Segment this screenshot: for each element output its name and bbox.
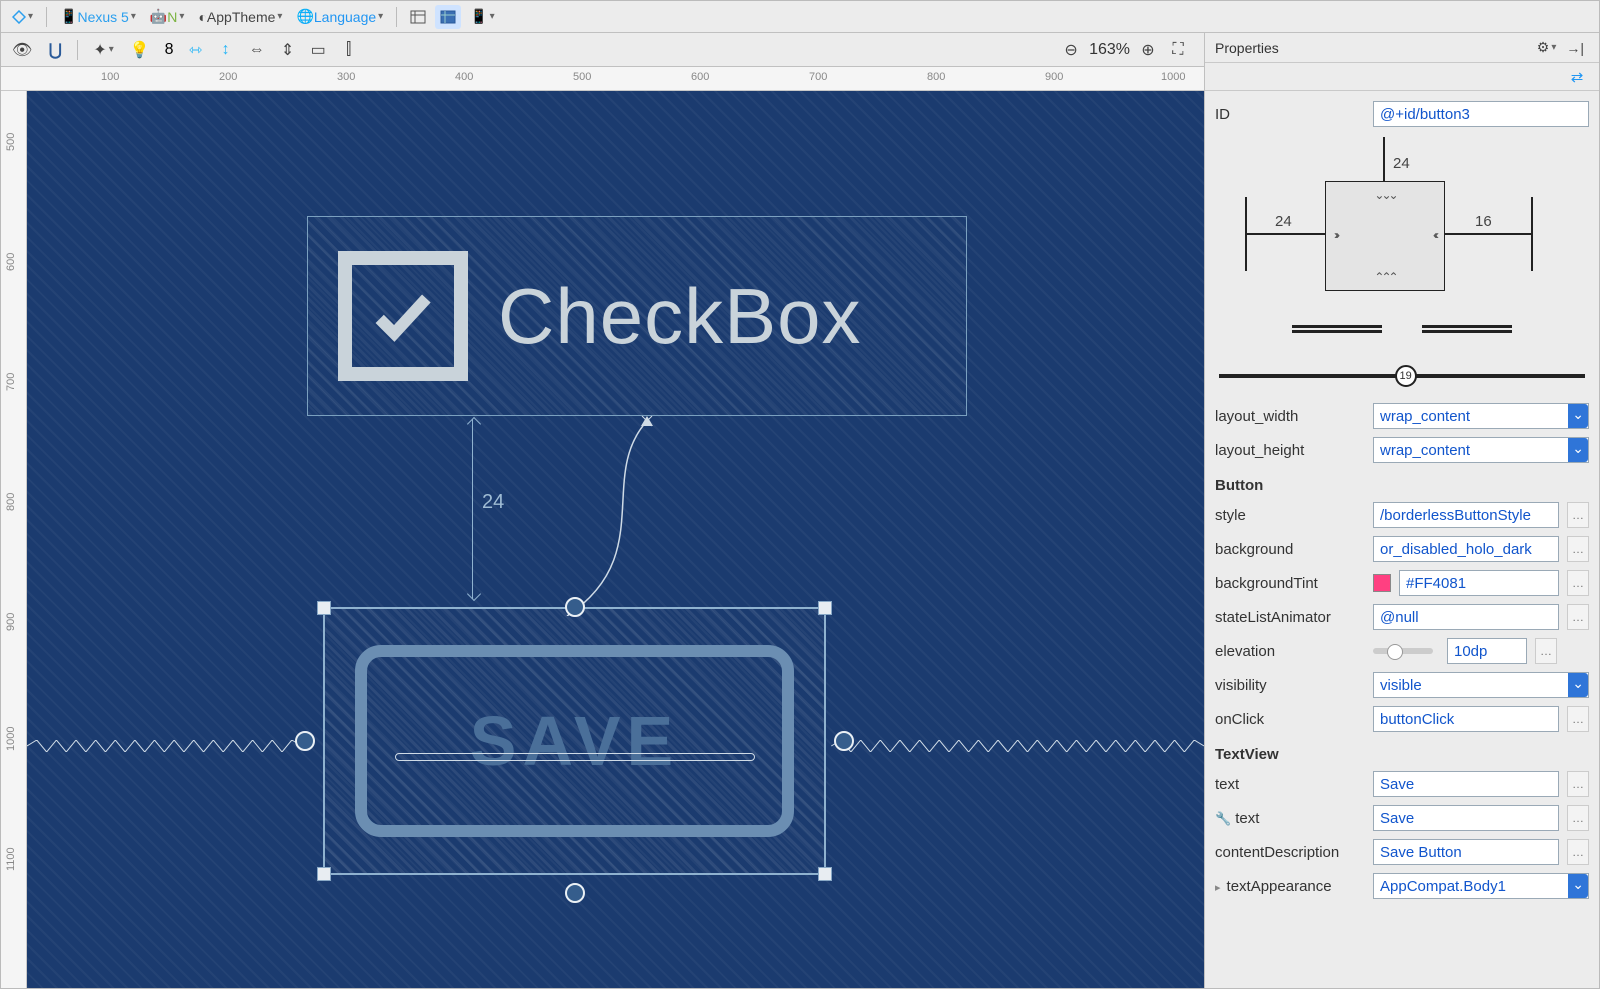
checkbox-label: CheckBox <box>498 271 862 362</box>
more-button[interactable]: … <box>1567 706 1589 732</box>
layout-width-field[interactable]: wrap_content <box>1373 403 1589 429</box>
dimension-line <box>472 419 473 599</box>
zoom-out-button[interactable]: ⊖ <box>1059 38 1083 62</box>
resize-handle-tr[interactable] <box>818 601 832 615</box>
layout-height-field[interactable]: wrap_content <box>1373 437 1589 463</box>
layout-width-label: layout_width <box>1215 408 1365 425</box>
collapse-icon[interactable]: →| <box>1561 36 1589 60</box>
more-button[interactable]: … <box>1567 805 1589 831</box>
margin-value: 8 <box>165 41 174 59</box>
blueprint-toggle[interactable] <box>435 5 461 29</box>
expand-vert-icon[interactable]: ⇕ <box>276 38 300 62</box>
theme-label: AppTheme <box>207 9 275 25</box>
elevation-slider[interactable] <box>1373 648 1433 654</box>
text-field[interactable]: Save <box>1373 771 1559 797</box>
expand-horiz-icon[interactable]: ⇔ <box>244 38 270 62</box>
device-frame-button[interactable]: 📱 <box>465 5 499 29</box>
statelistanimator-field[interactable]: @null <box>1373 604 1559 630</box>
swap-icon[interactable]: ⇄ <box>1565 65 1589 89</box>
textappearance-label: textAppearance <box>1215 878 1365 895</box>
align-vertical-icon[interactable]: ↕ <box>214 38 238 62</box>
api-label: N <box>167 9 177 25</box>
more-button[interactable]: … <box>1567 771 1589 797</box>
layout-editor: 📱 Nexus 5 🤖N ◐AppTheme 🌐Language 📱 👁 ⋃ ✦… <box>0 0 1600 989</box>
layout-height-label: layout_height <box>1215 442 1365 459</box>
tools-text-field[interactable]: Save <box>1373 805 1559 831</box>
zoom-level: 163% <box>1089 41 1130 59</box>
contentdescription-label: contentDescription <box>1215 844 1365 861</box>
view-toggle-icon[interactable]: 👁 <box>7 38 37 62</box>
ruler-vertical: 500 600 700 800 900 1000 1100 <box>1 91 27 988</box>
visibility-label: visibility <box>1215 677 1365 694</box>
default-margin-button[interactable]: ✦ <box>88 38 118 62</box>
textappearance-field[interactable]: AppCompat.Body1 <box>1373 873 1589 899</box>
blueprint-surface[interactable]: CheckBox 24 SAVE <box>27 91 1204 988</box>
more-button[interactable]: … <box>1567 502 1589 528</box>
save-button-widget[interactable]: SAVE <box>307 591 842 891</box>
backgroundtint-field[interactable]: #FF4081 <box>1399 570 1559 596</box>
background-field[interactable]: or_disabled_holo_dark <box>1373 536 1559 562</box>
more-button[interactable]: … <box>1535 638 1557 664</box>
baseline-bar[interactable] <box>395 753 755 761</box>
canvas-toolbar: 👁 ⋃ ✦ 💡 8 ⇿ ↕ ⇔ ⇕ ▭ ⫿ ⊖ 163% ⊕ ⛶ <box>1 33 1204 67</box>
elevation-field[interactable]: 10dp <box>1447 638 1527 664</box>
anchor-left[interactable] <box>295 731 315 751</box>
align-horizontal-icon[interactable]: ⇿ <box>184 38 208 62</box>
properties-title: Properties <box>1215 40 1279 56</box>
textview-section: TextView <box>1215 746 1589 763</box>
dimension-label: 24 <box>482 491 504 514</box>
text-label: text <box>1215 776 1365 793</box>
save-button-text: SAVE <box>470 701 679 781</box>
theme-picker[interactable]: ◐AppTheme <box>193 5 287 29</box>
more-button[interactable]: … <box>1567 536 1589 562</box>
style-field[interactable]: /borderlessButtonStyle <box>1373 502 1559 528</box>
resize-handle-tl[interactable] <box>317 601 331 615</box>
config-toolbar: 📱 Nexus 5 🤖N ◐AppTheme 🌐Language 📱 <box>1 1 1599 33</box>
anchor-bottom[interactable] <box>565 883 585 903</box>
layout-variant-button[interactable] <box>405 5 431 29</box>
zoom-in-button[interactable]: ⊕ <box>1136 38 1160 62</box>
design-canvas: 👁 ⋃ ✦ 💡 8 ⇿ ↕ ⇔ ⇕ ▭ ⫿ ⊖ 163% ⊕ ⛶ <box>1 33 1204 988</box>
color-swatch[interactable] <box>1373 574 1391 592</box>
checkbox-icon <box>338 251 468 381</box>
button-section: Button <box>1215 477 1589 494</box>
properties-panel: Properties ⚙ →| ⇄ ID @+id/button3 24 24 <box>1204 33 1599 988</box>
gear-icon[interactable]: ⚙ <box>1532 36 1562 60</box>
ruler-horizontal: 100 200 300 400 500 600 700 800 900 1000 <box>1 67 1204 91</box>
checkbox-widget[interactable]: CheckBox <box>307 216 967 416</box>
tools-text-label: text <box>1215 810 1365 827</box>
contentdescription-field[interactable]: Save Button <box>1373 839 1559 865</box>
clear-constraints-icon[interactable]: 💡 <box>125 38 155 62</box>
constraint-curve <box>537 416 667 616</box>
more-button[interactable]: … <box>1567 570 1589 596</box>
more-button[interactable]: … <box>1567 604 1589 630</box>
device-label: Nexus 5 <box>77 9 128 25</box>
guideline-icon[interactable]: ⫿ <box>337 38 361 62</box>
pack-icon[interactable]: ▭ <box>306 38 331 62</box>
id-field[interactable]: @+id/button3 <box>1373 101 1589 127</box>
magnet-icon[interactable]: ⋃ <box>43 38 67 62</box>
anchor-top[interactable] <box>565 597 585 617</box>
onclick-field[interactable]: buttonClick <box>1373 706 1559 732</box>
constraint-inspector[interactable]: 24 24 16 ⌄⌄⌄ ⌃⌃⌃ ››› ‹‹‹ <box>1215 137 1589 343</box>
zoom-fit-button[interactable]: ⛶ <box>1166 38 1190 62</box>
style-label: style <box>1215 507 1365 524</box>
device-picker[interactable]: 📱 Nexus 5 <box>55 5 141 29</box>
language-picker[interactable]: 🌐Language <box>291 5 388 29</box>
id-label: ID <box>1215 106 1365 123</box>
language-label: Language <box>314 9 376 25</box>
bias-slider[interactable]: 19 <box>1219 363 1585 389</box>
background-label: background <box>1215 541 1365 558</box>
orientation-button[interactable] <box>7 5 38 29</box>
more-button[interactable]: … <box>1567 839 1589 865</box>
elevation-label: elevation <box>1215 643 1365 660</box>
visibility-field[interactable]: visible <box>1373 672 1589 698</box>
onclick-label: onClick <box>1215 711 1365 728</box>
statelistanimator-label: stateListAnimator <box>1215 609 1365 626</box>
api-picker[interactable]: 🤖N <box>145 5 190 29</box>
anchor-right[interactable] <box>834 731 854 751</box>
resize-handle-br[interactable] <box>818 867 832 881</box>
resize-handle-bl[interactable] <box>317 867 331 881</box>
backgroundtint-label: backgroundTint <box>1215 575 1365 592</box>
